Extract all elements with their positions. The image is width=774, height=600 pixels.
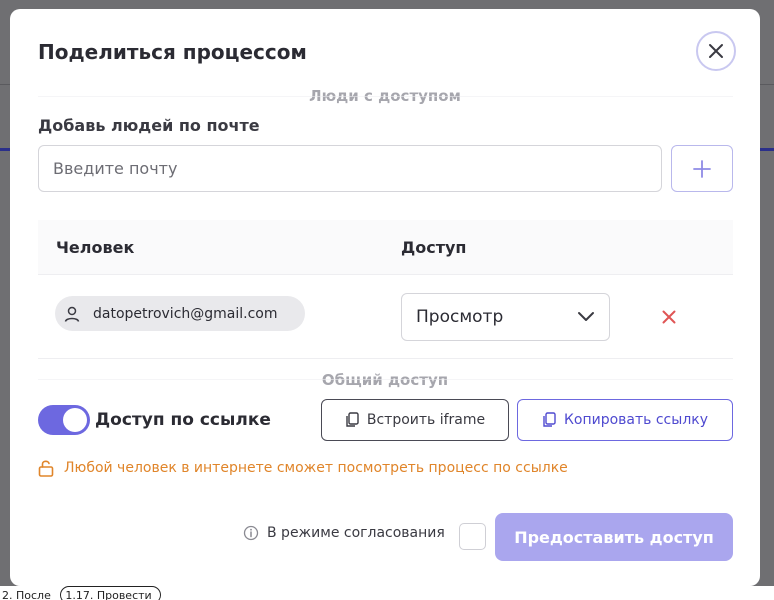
- table-row: datopetrovich@gmail.com Просмотр: [38, 275, 733, 359]
- copy-icon: [543, 412, 556, 427]
- user-chip: datopetrovich@gmail.com: [55, 296, 305, 331]
- info-icon: [243, 525, 259, 541]
- backdrop-step-text: 2. После: [2, 589, 51, 600]
- toggle-knob: [63, 408, 87, 432]
- dialog-title: Поделиться процессом: [38, 40, 307, 64]
- copy-icon: [346, 412, 359, 427]
- share-process-dialog: Поделиться процессом Люди с доступом Доб…: [10, 9, 760, 586]
- access-table-header: Человек Доступ: [38, 220, 733, 275]
- access-level-select[interactable]: Просмотр: [401, 293, 610, 341]
- approval-mode-label: В режиме согласования: [267, 525, 445, 541]
- copy-link-button[interactable]: Копировать ссылку: [517, 399, 733, 441]
- people-section-divider: [38, 96, 733, 97]
- backdrop-canvas-strip: 2. После 1.17. Провести: [0, 586, 774, 600]
- column-header-access: Доступ: [401, 238, 467, 257]
- public-access-header: Общий доступ: [321, 371, 449, 389]
- close-icon: [709, 44, 723, 58]
- backdrop-chip-label: 1.17. Провести: [65, 589, 152, 600]
- approval-mode-checkbox[interactable]: [459, 523, 486, 550]
- remove-user-button[interactable]: [660, 308, 678, 326]
- embed-iframe-label: Встроить iframe: [366, 412, 486, 428]
- chevron-down-icon: [578, 312, 594, 321]
- add-people-label: Добавь людей по почте: [38, 116, 260, 135]
- plus-icon: [693, 159, 711, 178]
- public-section-divider: [38, 379, 733, 380]
- backdrop-step-chip: 1.17. Провести: [60, 586, 161, 600]
- column-header-person: Человек: [56, 238, 135, 257]
- embed-iframe-button[interactable]: Встроить iframe: [321, 399, 509, 441]
- link-access-toggle[interactable]: [38, 405, 90, 435]
- warning-text: Любой человек в интернете сможет посмотр…: [64, 460, 568, 476]
- user-email: datopetrovich@gmail.com: [93, 305, 278, 322]
- close-button[interactable]: [696, 31, 736, 71]
- public-link-warning: Любой человек в интернете сможет посмотр…: [38, 459, 568, 477]
- access-level-value: Просмотр: [416, 307, 504, 327]
- email-input[interactable]: [38, 145, 662, 192]
- add-email-button[interactable]: [671, 145, 733, 192]
- unlock-icon: [38, 460, 54, 477]
- grant-access-button[interactable]: Предоставить доступ: [495, 513, 733, 561]
- approval-mode-row: В режиме согласования: [243, 525, 445, 541]
- link-access-label: Доступ по ссылке: [95, 410, 271, 430]
- copy-link-label: Копировать ссылку: [563, 412, 709, 428]
- user-icon: [64, 306, 80, 322]
- remove-icon: [662, 310, 676, 324]
